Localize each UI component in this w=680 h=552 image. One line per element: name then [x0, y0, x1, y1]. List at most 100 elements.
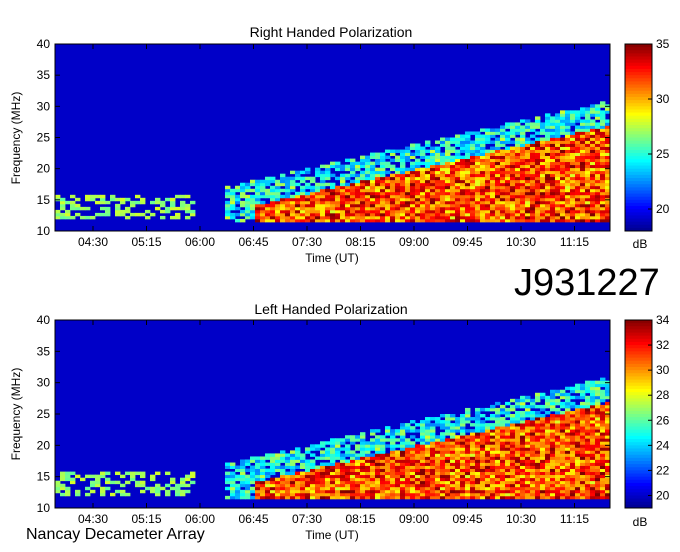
spectrogram-cell: [490, 179, 496, 184]
spectrogram-cell: [585, 116, 591, 120]
spectrogram-cell: [580, 474, 586, 479]
spectrogram-cell: [485, 471, 491, 476]
y-tick-label: 40: [37, 313, 51, 327]
spectrogram-cell: [555, 432, 561, 436]
colorbar-swatch: [625, 407, 652, 412]
spectrogram-cell: [550, 185, 556, 190]
spectrogram-cell: [540, 495, 546, 500]
spectrogram-cell: [565, 453, 571, 457]
spectrogram-cell: [245, 215, 251, 220]
spectrogram-cell: [245, 480, 251, 485]
spectrogram-cell: [535, 483, 541, 488]
spectrogram-cell: [460, 200, 466, 205]
spectrogram-cell: [410, 483, 416, 488]
spectrogram-cell: [570, 113, 576, 117]
spectrogram-cell: [400, 483, 406, 488]
spectrogram-cell: [580, 146, 586, 150]
spectrogram-cell: [560, 495, 566, 500]
spectrogram-cell: [540, 404, 546, 409]
colorbar-swatch: [625, 445, 652, 449]
spectrogram-cell: [245, 194, 251, 199]
colorbar-swatch: [625, 218, 652, 223]
spectrogram-cell: [505, 462, 511, 466]
spectrogram-cell: [535, 131, 541, 135]
spectrogram-cell: [265, 188, 271, 193]
spectrogram-cell: [550, 465, 556, 469]
spectrogram-cell: [470, 152, 476, 156]
spectrogram-cell: [345, 483, 351, 488]
spectrogram-cell: [340, 471, 346, 476]
spectrogram-cell: [595, 128, 601, 132]
spectrogram-cell: [550, 441, 556, 445]
spectrogram-cell: [395, 444, 401, 448]
spectrogram-cell: [545, 164, 551, 169]
spectrogram-cell: [445, 414, 451, 418]
spectrogram-cell: [495, 218, 501, 223]
spectrogram-cell: [400, 179, 406, 184]
spectrogram-cell: [385, 188, 391, 193]
spectrogram-cell: [370, 152, 376, 156]
spectrogram-cell: [410, 447, 416, 451]
spectrogram-cell: [500, 185, 506, 190]
spectrogram-cell: [245, 483, 251, 488]
spectrogram-cell: [410, 429, 416, 433]
spectrogram-cell: [285, 194, 291, 199]
spectrogram-cell: [395, 194, 401, 199]
spectrogram-cell: [535, 395, 541, 400]
spectrogram-cell: [550, 420, 556, 424]
spectrogram-cell: [75, 206, 81, 211]
spectrogram-cell: [450, 200, 456, 205]
spectrogram-cell: [600, 119, 606, 123]
spectrogram-cell: [585, 194, 591, 199]
spectrogram-cell: [505, 407, 511, 412]
spectrogram-cell: [510, 176, 516, 181]
spectrogram-cell: [515, 432, 521, 436]
spectrogram-cell: [435, 477, 441, 482]
spectrogram-cell: [495, 441, 501, 445]
spectrogram-cell: [405, 200, 411, 205]
spectrogram-cell: [465, 140, 471, 144]
spectrogram-cell: [525, 155, 531, 160]
spectrogram-cell: [360, 477, 366, 482]
spectrogram-cell: [540, 152, 546, 156]
spectrogram-cell: [370, 447, 376, 451]
spectrogram-cell: [440, 474, 446, 479]
spectrogram-cell: [480, 495, 486, 500]
spectrogram-cell: [135, 200, 141, 205]
spectrogram-cell: [390, 149, 396, 153]
spectrogram-cell: [300, 194, 306, 199]
spectrogram-cell: [375, 188, 381, 193]
spectrogram-cell: [505, 155, 511, 160]
spectrogram-cell: [490, 197, 496, 202]
spectrogram-cell: [580, 401, 586, 406]
spectrogram-cell: [455, 462, 461, 466]
spectrogram-cell: [365, 203, 371, 208]
spectrogram-cell: [470, 429, 476, 433]
spectrogram-cell: [410, 188, 416, 193]
spectrogram-cell: [385, 465, 391, 469]
spectrogram-cell: [600, 155, 606, 160]
spectrogram-cell: [425, 480, 431, 485]
spectrogram-cell: [370, 212, 376, 217]
spectrogram-cell: [515, 468, 521, 473]
spectrogram-cell: [510, 492, 516, 497]
spectrogram-cell: [255, 471, 261, 476]
spectrogram-cell: [470, 477, 476, 482]
spectrogram-cell: [530, 122, 536, 126]
spectrogram-cell: [460, 456, 466, 460]
spectrogram-cell: [460, 423, 466, 427]
spectrogram-cell: [55, 489, 61, 494]
spectrogram-cell: [300, 492, 306, 497]
spectrogram-cell: [445, 456, 451, 460]
spectrogram-cell: [485, 191, 491, 196]
spectrogram-cell: [380, 194, 386, 199]
spectrogram-cell: [430, 453, 436, 457]
spectrogram-cell: [520, 398, 526, 403]
spectrogram-cell: [280, 465, 286, 469]
spectrogram-cell: [445, 167, 451, 172]
spectrogram-cell: [595, 423, 601, 427]
spectrogram-cell: [560, 188, 566, 193]
spectrogram-cell: [415, 161, 421, 166]
spectrogram-cell: [405, 429, 411, 433]
spectrogram-cell: [95, 212, 101, 217]
